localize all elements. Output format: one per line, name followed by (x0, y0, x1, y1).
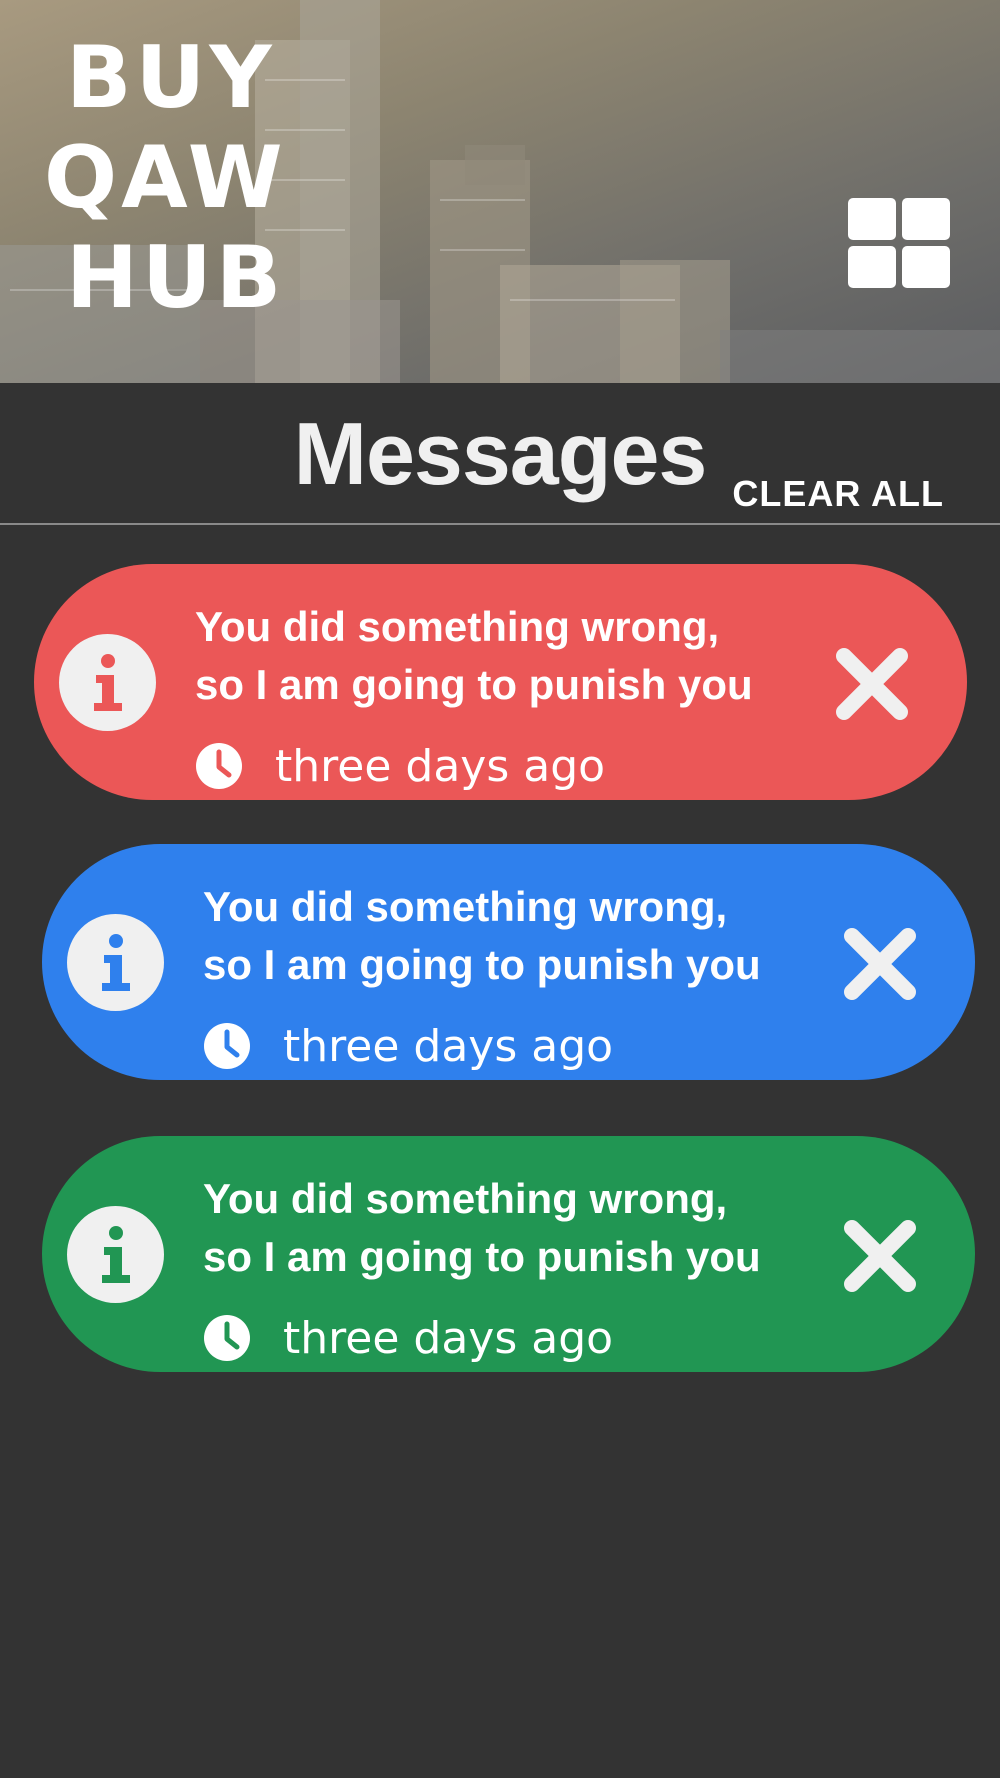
timestamp-row: three days ago (195, 740, 605, 792)
header-banner: BUY QAW HUB (0, 0, 1000, 383)
title-bar: Messages CLEAR ALL (0, 383, 1000, 525)
logo-line: BUY (66, 28, 276, 128)
close-icon[interactable] (834, 646, 910, 722)
grid-cell (848, 246, 896, 288)
message-text: You did something wrong, so I am going t… (203, 1175, 761, 1280)
clock-icon (204, 1315, 250, 1361)
info-icon (67, 1206, 164, 1303)
close-icon[interactable] (842, 1218, 918, 1294)
message-text: You did something wrong, so I am going t… (203, 883, 761, 988)
clock-icon (204, 1023, 250, 1069)
messages-screen: BUY QAW HUB Messages CLEAR ALL You did s… (0, 0, 1000, 1778)
grid-menu-icon[interactable] (848, 198, 950, 288)
message-text: You did something wrong, so I am going t… (195, 603, 753, 708)
message-time: three days ago (283, 1020, 614, 1072)
clock-icon (196, 743, 242, 789)
message-card: You did something wrong, so I am going t… (34, 564, 967, 800)
timestamp-row: three days ago (203, 1020, 613, 1072)
info-icon (67, 914, 164, 1011)
brand-logo[interactable]: BUY QAW HUB (44, 28, 284, 328)
info-icon (59, 634, 156, 731)
message-time: three days ago (283, 1312, 614, 1364)
logo-line: QAW (44, 128, 287, 228)
message-card: You did something wrong, so I am going t… (42, 1136, 975, 1372)
timestamp-row: three days ago (203, 1312, 613, 1364)
clear-all-button[interactable]: CLEAR ALL (732, 473, 944, 515)
grid-cell (848, 198, 896, 240)
message-card: You did something wrong, so I am going t… (42, 844, 975, 1080)
close-icon[interactable] (842, 926, 918, 1002)
grid-cell (902, 246, 950, 288)
grid-cell (902, 198, 950, 240)
message-time: three days ago (275, 740, 606, 792)
logo-line: HUB (66, 228, 286, 328)
